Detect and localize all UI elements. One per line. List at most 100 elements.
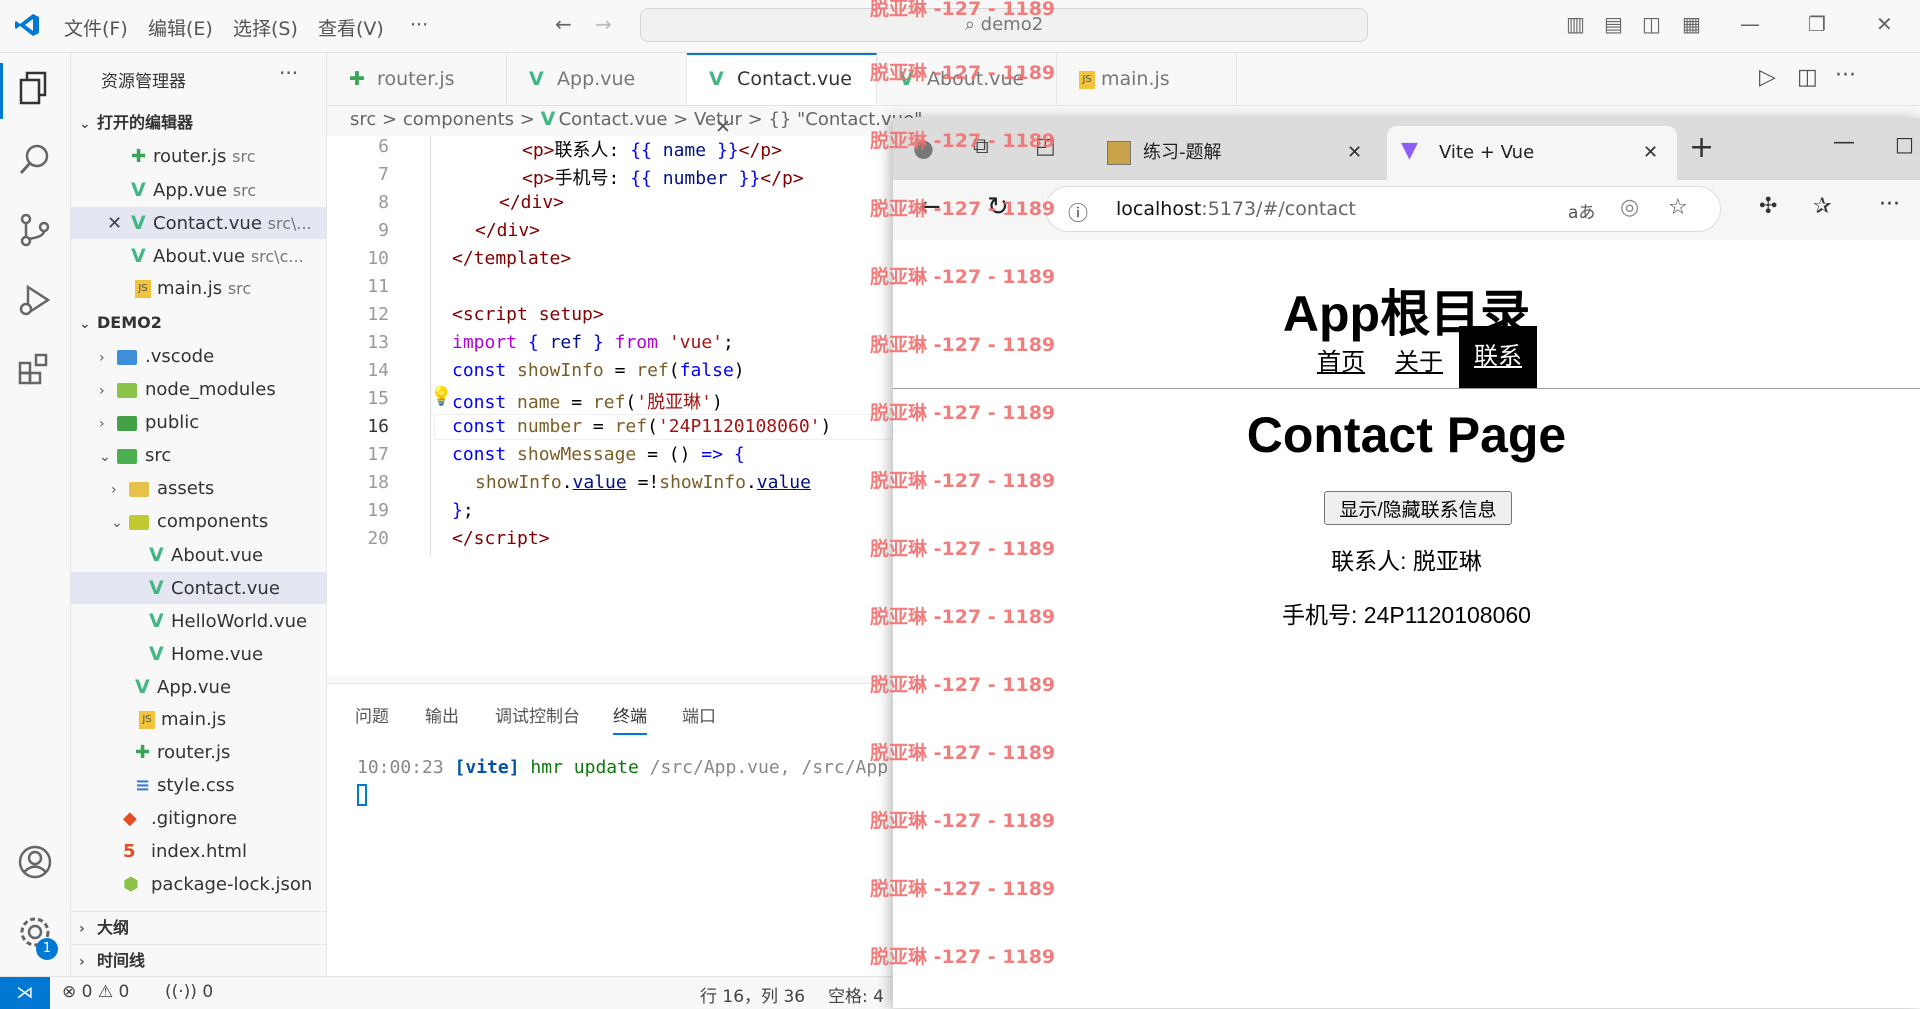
open-editor-item[interactable]: JS main.js src <box>71 273 326 305</box>
tree-file[interactable]: ✚ router.js <box>71 737 326 769</box>
tab-contact-vue[interactable]: V Contact.vue ✕ <box>687 53 877 138</box>
toggle-sidebar-icon[interactable]: ▥ <box>1566 12 1585 36</box>
terminal-output[interactable]: 10:00:23 [vite] hmr update /src/App.vue,… <box>357 757 888 778</box>
source-control-icon[interactable] <box>14 211 56 253</box>
menu-more[interactable]: ··· <box>410 14 428 36</box>
tree-file[interactable]: V App.vue <box>71 671 326 703</box>
problems-status[interactable]: ⊗ 0 ⚠ 0 <box>62 982 129 1002</box>
breadcrumb-item[interactable]: Vetur <box>694 109 742 130</box>
menu-edit[interactable]: 编辑(E) <box>148 14 213 41</box>
read-aloud-icon[interactable]: aあ <box>1568 198 1595 223</box>
vertical-tabs-icon[interactable]: ◰ <box>1035 134 1056 159</box>
tree-file[interactable]: JS main.js <box>71 704 326 736</box>
breadcrumb-item[interactable]: components <box>403 109 514 130</box>
open-editor-item-active[interactable]: ✕ V Contact.vue src\... <box>71 207 326 239</box>
tree-folder[interactable]: › assets <box>71 473 326 505</box>
profile-icon[interactable]: ● <box>913 134 934 162</box>
tree-folder[interactable]: ⌄ src <box>71 440 326 472</box>
lightbulb-icon[interactable]: 💡 <box>430 386 452 407</box>
edge-sync-icon[interactable]: ◎ <box>1620 195 1639 220</box>
account-icon[interactable] <box>14 843 56 885</box>
timeline-header[interactable]: › 时间线 <box>71 944 326 976</box>
project-header[interactable]: ⌄ DEMO2 <box>71 307 326 339</box>
new-tab-icon[interactable]: + <box>1689 130 1714 165</box>
tree-file[interactable]: V About.vue <box>71 539 326 571</box>
extensions-icon[interactable] <box>14 349 56 391</box>
info-icon[interactable]: ⓘ <box>1068 197 1088 226</box>
cursor-position[interactable]: 行 16，列 36 <box>700 982 805 1007</box>
tab-app-vue[interactable]: V App.vue <box>507 53 687 105</box>
minimize-icon[interactable]: — <box>1833 130 1855 155</box>
close-tab-icon[interactable]: ✕ <box>1643 126 1658 180</box>
tree-folder[interactable]: › .vscode <box>71 341 326 373</box>
tree-folder[interactable]: ⌄ components <box>71 506 326 538</box>
toggle-panel-icon[interactable]: ▤ <box>1604 12 1623 36</box>
ports-status[interactable]: ((·)) 0 <box>165 982 213 1002</box>
search-icon[interactable] <box>14 141 56 183</box>
close-icon[interactable]: ✕ <box>107 208 131 239</box>
split-editor-icon[interactable]: ◫ <box>1797 65 1818 90</box>
indentation-status[interactable]: 空格: 4 <box>828 982 884 1007</box>
browser-tab-exercise[interactable]: 练习-题解 ✕ <box>1091 126 1381 180</box>
open-editors-header[interactable]: ⌄ 打开的编辑器 <box>71 107 326 139</box>
close-window-icon[interactable]: ✕ <box>1876 12 1893 36</box>
menu-select[interactable]: 选择(S) <box>233 14 298 41</box>
refresh-icon[interactable]: ↻ <box>987 192 1009 222</box>
menu-file[interactable]: 文件(F) <box>64 14 128 41</box>
favorite-star-icon[interactable]: ☆ <box>1668 195 1688 220</box>
panel-tab-terminal[interactable]: 终端 <box>613 702 647 735</box>
nav-link-home[interactable]: 首页 <box>1317 342 1365 377</box>
panel-tab-problems[interactable]: 问题 <box>355 702 389 727</box>
close-tab-icon[interactable]: ✕ <box>1347 126 1362 180</box>
restore-icon[interactable]: ❐ <box>1808 12 1826 36</box>
line-number: 10 <box>367 248 389 269</box>
nav-link-about[interactable]: 关于 <box>1395 342 1443 377</box>
favorites-icon[interactable]: ✰ <box>1813 194 1831 219</box>
explorer-icon[interactable] <box>14 69 56 111</box>
back-arrow-icon[interactable]: ← <box>919 192 941 222</box>
tree-folder[interactable]: › public <box>71 407 326 439</box>
tree-folder[interactable]: › node_modules <box>71 374 326 406</box>
menu-view[interactable]: 查看(V) <box>318 14 384 41</box>
back-arrow-icon[interactable]: ← <box>555 12 572 36</box>
remote-indicator-icon[interactable]: ⋊ <box>0 977 50 1009</box>
run-icon[interactable]: ▷ <box>1759 65 1776 90</box>
browser-tab-vite[interactable]: ▼ Vite + Vue ✕ <box>1387 126 1677 180</box>
app-heading: App根目录 <box>1282 286 1531 342</box>
tab-router-js[interactable]: ✚ router.js <box>327 53 507 105</box>
tab-main-js[interactable]: JS main.js <box>1057 53 1237 105</box>
settings-more-icon[interactable]: ··· <box>1879 192 1900 217</box>
tree-file[interactable]: ◆ .gitignore <box>71 803 326 835</box>
minimize-icon[interactable]: — <box>1740 12 1760 36</box>
command-center[interactable]: ⌕ demo2 <box>640 8 1368 42</box>
maximize-icon[interactable]: □ <box>1895 132 1914 156</box>
open-editor-item[interactable]: V About.vue src\c... <box>71 240 326 272</box>
nav-link-contact-active[interactable]: 联系 <box>1459 326 1537 388</box>
panel-tab-ports[interactable]: 端口 <box>682 702 716 727</box>
breadcrumb-item[interactable]: src <box>350 109 376 130</box>
tree-file[interactable]: V HelloWorld.vue <box>71 605 326 637</box>
open-editor-item[interactable]: V App.vue src <box>71 174 326 206</box>
workspaces-icon[interactable]: ⧉ <box>973 134 989 159</box>
tree-file[interactable]: ≡ style.css <box>71 770 326 802</box>
panel-tab-output[interactable]: 输出 <box>425 702 459 727</box>
toggle-secondary-sidebar-icon[interactable]: ◫ <box>1642 12 1661 36</box>
open-editor-item[interactable]: ✚ router.js src <box>71 141 326 173</box>
more-actions-icon[interactable]: ··· <box>279 61 298 85</box>
tree-file[interactable]: ⬢ package-lock.json <box>71 869 326 901</box>
address-bar[interactable]: ⓘ localhost:5173/#/contact aあ ◎ ☆ <box>1045 186 1721 232</box>
customize-layout-icon[interactable]: ▦ <box>1682 12 1701 36</box>
tree-file-selected[interactable]: V Contact.vue <box>71 572 326 604</box>
code-editor[interactable]: 6 <p>联系人: {{ name }}</p> 7 <p>手机号: {{ nu… <box>327 136 893 676</box>
extensions-icon[interactable]: ✣ <box>1759 194 1777 219</box>
breadcrumb-item[interactable]: Contact.vue <box>559 109 668 130</box>
more-actions-icon[interactable]: ··· <box>1835 63 1856 88</box>
outline-header[interactable]: › 大纲 <box>71 911 326 944</box>
tab-about-vue[interactable]: V About.vue <box>877 53 1057 105</box>
toggle-contact-info-button[interactable]: 显示/隐藏联系信息 <box>1324 491 1512 525</box>
forward-arrow-icon[interactable]: → <box>595 12 612 36</box>
panel-tab-debug-console[interactable]: 调试控制台 <box>495 702 580 727</box>
tree-file[interactable]: V Home.vue <box>71 638 326 670</box>
run-debug-icon[interactable] <box>14 281 56 323</box>
tree-file[interactable]: 5 index.html <box>71 836 326 868</box>
